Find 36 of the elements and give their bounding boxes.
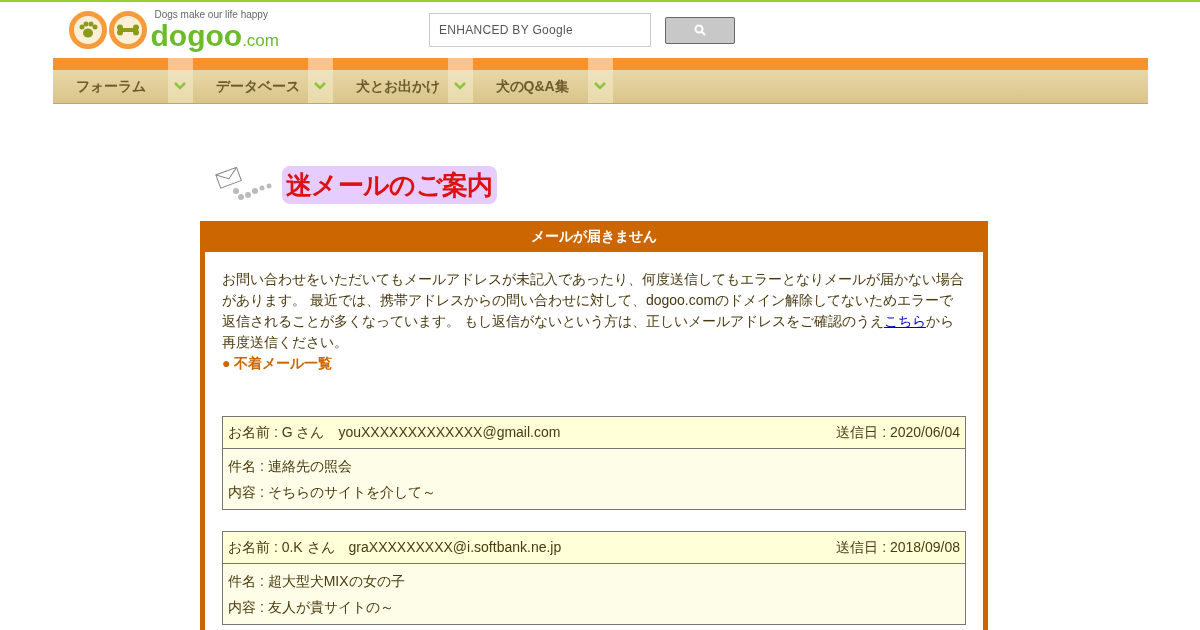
message-content: 内容 : そちらのサイトを介して～ [228,483,437,502]
sent-date: 送信日 : 2018/09/08 [836,538,960,557]
message-subject: 件名 : 連絡先の照会 [228,457,353,476]
dropdown-toggle[interactable] [447,58,473,103]
nav-item[interactable]: 犬のQ&A集 [472,58,588,103]
search-field[interactable]: ENHANCED BY Google [429,13,651,47]
chevron-icon [314,81,326,90]
panel-title: メールが届きません [205,221,983,252]
nav-item[interactable]: フォーラム [52,58,168,103]
logo-wordmark[interactable]: dogoo [150,21,243,51]
chevron-icon [454,81,466,90]
intro-paragraph: お問い合わせをいただいてもメールアドレスが未記入であったり、何度送信してもエラーとなりメールが届かない場合があります。 最近では、携帯アドレスからの問い合わせに対して、dogoo.comのドメイン解除してないためエラーで返信されることが多くなっています。 もし返信がないという方は、正しいメールアドレスをご確認のうえ こちらから再度送信ください。 [222,270,965,352]
dropdown-toggle[interactable] [167,58,193,103]
sender-email: graXXXXXXXXX@i.softbank.ne.jp [348,538,562,557]
nav-item[interactable]: 犬とお出かけ [332,58,448,103]
page-heading: 迷メールのご案内 [282,166,497,204]
search-button[interactable] [665,16,735,44]
chevron-icon [174,81,186,90]
logo-tagline: Dogs make our life happy [154,9,269,21]
sender-email: youXXXXXXXXXXXXX@gmail.com [338,423,561,442]
dropdown-toggle[interactable] [307,58,333,103]
dropdown-toggle[interactable] [587,58,613,103]
contact-link[interactable]: こちら [883,313,926,329]
sender-name: お名前 : G さん [228,423,325,442]
sent-date: 送信日 : 2020/06/04 [836,423,960,442]
message-subject: 件名 : 超大型犬MIXの女の子 [228,572,406,591]
message-content: 内容 : 友人が貴サイトの～ [228,598,395,617]
list-heading: ● 不着メール一覧 [222,354,334,373]
logo-badge[interactable] [108,11,147,49]
logo-domain[interactable]: .com [242,31,279,51]
chevron-icon [594,81,606,90]
search-icon [694,24,706,36]
nav-item[interactable]: データベース [192,58,308,103]
sender-name: お名前 : 0.K さん [228,538,335,557]
logo-badge[interactable] [68,11,107,49]
bone-icon [115,24,140,36]
